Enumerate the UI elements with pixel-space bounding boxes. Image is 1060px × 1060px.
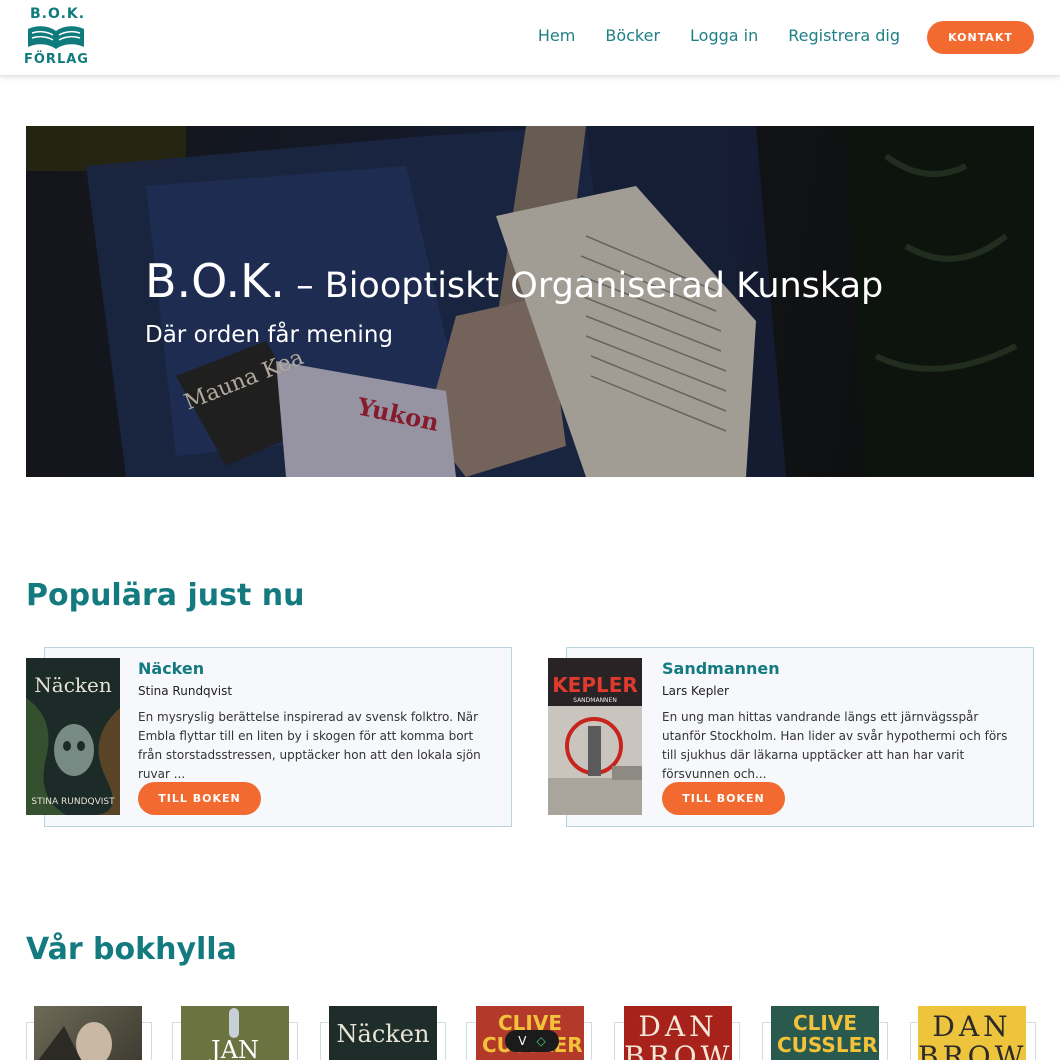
hero-subtitle: Där orden får mening bbox=[145, 322, 393, 348]
logo-top-text: B.O.K. bbox=[30, 6, 86, 22]
diamond-icon: ◇ bbox=[536, 1034, 546, 1048]
shelf-book-3[interactable]: Näcken bbox=[329, 1006, 437, 1060]
scroll-indicator[interactable]: V ◇ bbox=[505, 1030, 559, 1052]
hero-banner: Mauna Kea Yukon B.O.K. – Biooptiskt Orga… bbox=[26, 126, 1034, 477]
nav-registrera[interactable]: Registrera dig bbox=[788, 26, 900, 45]
nav-hem[interactable]: Hem bbox=[538, 26, 575, 45]
nav-bocker[interactable]: Böcker bbox=[605, 26, 660, 45]
card-body-sandmannen: Sandmannen Lars Kepler En ung man hittas… bbox=[662, 659, 1022, 784]
main-nav: Hem Böcker Logga in Registrera dig bbox=[538, 26, 900, 45]
shelf-book-3-label: Näcken bbox=[336, 1020, 430, 1048]
hero-title-rest: – Biooptiskt Organiserad Kunskap bbox=[284, 266, 884, 306]
contact-button[interactable]: KONTAKT bbox=[927, 21, 1034, 54]
book-cover-nacken[interactable]: Näcken STINA RUNDQVIST bbox=[26, 658, 120, 815]
shelf-book-1[interactable] bbox=[34, 1006, 142, 1060]
shelf-book-5-label: DAN BROWN bbox=[624, 1010, 732, 1060]
book-description: En ung man hittas vandrande längs ett jä… bbox=[662, 710, 1008, 781]
shelf-book-6[interactable]: CLIVE CUSSLER bbox=[771, 1006, 879, 1060]
shelf-book-1-art bbox=[38, 1022, 112, 1060]
popular-heading: Populära just nu bbox=[26, 578, 305, 613]
shelf-book-7-label: DAN BROWN bbox=[918, 1010, 1026, 1060]
shelf-book-2-label: JAN bbox=[211, 1036, 259, 1060]
logo-bottom-text: FÖRLAG bbox=[24, 52, 89, 67]
book-cover-sandmannen[interactable]: KEPLER SANDMANNEN bbox=[548, 658, 642, 815]
sandmannen-cover-subtitle: SANDMANNEN bbox=[573, 697, 617, 704]
shelf-book-6-label: CLIVE CUSSLER bbox=[777, 1011, 878, 1057]
book-title[interactable]: Sandmannen bbox=[662, 659, 1022, 678]
hero-title: B.O.K. – Biooptiskt Organiserad Kunskap bbox=[145, 254, 883, 308]
nacken-cover-art: Näcken STINA RUNDQVIST bbox=[26, 658, 120, 815]
book-description: En mysryslig berättelse inspirerad av sv… bbox=[138, 710, 481, 781]
site-header: B.O.K. FÖRLAG Hem Böcker Logga in Regist… bbox=[0, 0, 1060, 76]
card-body-nacken: Näcken Stina Rundqvist En mysryslig berä… bbox=[138, 659, 498, 784]
nacken-cover-title: Näcken bbox=[34, 673, 112, 697]
shelf-book-2[interactable]: JAN bbox=[181, 1006, 289, 1060]
till-boken-button-sandmannen[interactable]: TILL BOKEN bbox=[662, 782, 785, 815]
till-boken-button-nacken[interactable]: TILL BOKEN bbox=[138, 782, 261, 815]
book-author: Stina Rundqvist bbox=[138, 684, 233, 698]
shelf-book-5[interactable]: DAN BROWN bbox=[624, 1006, 732, 1060]
sandmannen-cover-title: KEPLER bbox=[552, 673, 638, 697]
open-book-icon bbox=[28, 26, 84, 49]
logo[interactable]: B.O.K. FÖRLAG bbox=[22, 6, 90, 70]
sandmannen-cover-art: KEPLER SANDMANNEN bbox=[548, 658, 642, 815]
book-title[interactable]: Näcken bbox=[138, 659, 498, 678]
nacken-cover-author: STINA RUNDQVIST bbox=[31, 797, 115, 807]
shelf-book-7[interactable]: DAN BROWN bbox=[918, 1006, 1026, 1060]
hero-title-strong: B.O.K. bbox=[145, 254, 285, 308]
chevron-down-icon: V bbox=[518, 1034, 527, 1048]
book-author: Lars Kepler bbox=[662, 684, 729, 698]
shelf-heading: Vår bokhylla bbox=[26, 932, 237, 967]
nav-logga-in[interactable]: Logga in bbox=[690, 26, 758, 45]
